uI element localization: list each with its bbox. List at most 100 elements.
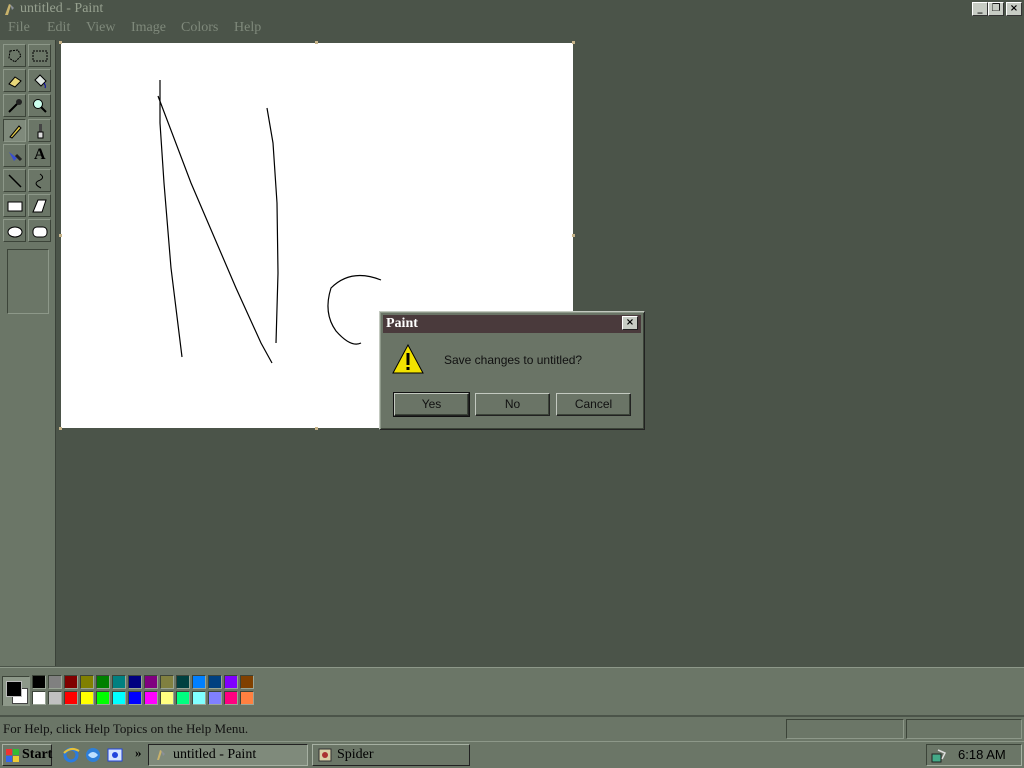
taskbar-item-spider[interactable]: Spider	[312, 744, 470, 766]
menu-help[interactable]: Help	[234, 20, 261, 36]
paint-app-icon	[157, 750, 165, 760]
dialog-title-bar[interactable]: Paint ×	[383, 315, 641, 333]
ellipse-tool[interactable]	[3, 219, 26, 242]
dialog-title: Paint	[386, 316, 418, 331]
internet-explorer-icon[interactable]	[62, 746, 80, 764]
magnifier-icon	[33, 99, 47, 113]
text-tool[interactable]: A	[28, 144, 51, 167]
palette-swatch[interactable]	[176, 675, 190, 689]
curve-tool[interactable]	[28, 169, 51, 192]
cancel-button[interactable]: Cancel	[556, 393, 631, 416]
paint-app-icon[interactable]	[2, 2, 17, 17]
airbrush-tool[interactable]	[3, 144, 26, 167]
palette-swatch[interactable]	[176, 691, 190, 705]
dialog-close-button[interactable]: ×	[622, 316, 638, 330]
palette-swatch[interactable]	[112, 691, 126, 705]
resize-handle[interactable]	[572, 234, 575, 237]
toolbox: A	[0, 40, 56, 666]
tool-options-box[interactable]	[7, 249, 49, 314]
resize-handle[interactable]	[315, 427, 318, 430]
close-button[interactable]: ×	[1006, 2, 1022, 16]
palette-swatch[interactable]	[192, 691, 206, 705]
rounded-rectangle-tool[interactable]	[28, 219, 51, 242]
palette-swatch[interactable]	[80, 691, 94, 705]
palette-swatch[interactable]	[224, 675, 238, 689]
start-label: Start	[22, 747, 53, 762]
resize-handle[interactable]	[572, 41, 575, 44]
airbrush-icon	[9, 152, 23, 162]
palette-swatch[interactable]	[48, 691, 62, 705]
polygon-tool[interactable]	[28, 194, 51, 217]
taskbar-item-paint[interactable]: untitled - Paint	[148, 744, 308, 766]
pick-color-tool[interactable]	[3, 94, 26, 117]
restore-button[interactable]: ❐	[988, 2, 1004, 16]
palette-swatch[interactable]	[64, 675, 78, 689]
quick-launch-chevron[interactable]: »	[135, 745, 142, 761]
pencil-tool[interactable]	[3, 119, 26, 142]
palette-swatch[interactable]	[240, 691, 254, 705]
palette-swatch[interactable]	[112, 675, 126, 689]
eyedropper-icon	[8, 99, 22, 113]
brush-icon	[37, 124, 44, 139]
palette-swatch[interactable]	[96, 675, 110, 689]
palette-swatch[interactable]	[32, 691, 46, 705]
rectangle-icon	[7, 201, 23, 212]
palette-swatch[interactable]	[64, 691, 78, 705]
palette-swatch[interactable]	[144, 675, 158, 689]
taskbar-item-label: Spider	[337, 747, 374, 762]
clock[interactable]: 6:18 AM	[958, 747, 1006, 762]
line-tool[interactable]	[3, 169, 26, 192]
palette-swatch[interactable]	[144, 691, 158, 705]
show-desktop-icon[interactable]	[106, 746, 124, 764]
current-colors-indicator[interactable]	[2, 676, 30, 706]
resize-handle[interactable]	[59, 234, 62, 237]
menu-view[interactable]: View	[86, 20, 115, 36]
network-tray-icon[interactable]	[931, 748, 947, 764]
palette-swatch[interactable]	[128, 675, 142, 689]
resize-handle[interactable]	[315, 41, 318, 44]
eraser-tool[interactable]	[3, 69, 26, 92]
menu-colors[interactable]: Colors	[181, 20, 218, 36]
magnifier-tool[interactable]	[28, 94, 51, 117]
palette-swatch[interactable]	[208, 691, 222, 705]
palette-swatch[interactable]	[160, 691, 174, 705]
system-tray: 6:18 AM	[926, 744, 1022, 766]
fill-tool[interactable]	[28, 69, 51, 92]
palette-swatch[interactable]	[128, 691, 142, 705]
palette-swatch[interactable]	[240, 675, 254, 689]
menu-image[interactable]: Image	[131, 20, 166, 36]
palette-swatch[interactable]	[96, 691, 110, 705]
resize-handle[interactable]	[59, 427, 62, 430]
paint-bucket-icon	[34, 74, 47, 89]
brush-tool[interactable]	[28, 119, 51, 142]
palette-swatch[interactable]	[224, 691, 238, 705]
status-panel-size	[906, 719, 1022, 739]
palette-swatch[interactable]	[48, 675, 62, 689]
free-form-select-tool[interactable]	[3, 44, 26, 67]
line-icon	[8, 174, 22, 188]
resize-handle[interactable]	[59, 41, 62, 44]
outlook-express-icon[interactable]	[84, 746, 102, 764]
dialog-message: Save changes to untitled?	[444, 353, 583, 367]
minimize-button[interactable]: _	[972, 2, 988, 16]
title-bar[interactable]: untitled - Paint _ ❐ ×	[0, 0, 1024, 19]
no-button[interactable]: No	[475, 393, 550, 416]
menu-bar: File Edit View Image Colors Help	[0, 19, 1024, 39]
rectangle-select-tool[interactable]	[28, 44, 51, 67]
palette-swatch[interactable]	[80, 675, 94, 689]
foreground-color-swatch[interactable]	[6, 681, 22, 697]
palette-swatch[interactable]	[192, 675, 206, 689]
rectangle-tool[interactable]	[3, 194, 26, 217]
curve-icon	[35, 173, 44, 189]
yes-button[interactable]: Yes	[393, 392, 470, 417]
menu-edit[interactable]: Edit	[47, 20, 70, 36]
palette-swatch[interactable]	[160, 675, 174, 689]
palette-swatch[interactable]	[32, 675, 46, 689]
menu-file[interactable]: File	[8, 20, 30, 36]
spider-solitaire-icon	[318, 748, 332, 762]
status-bar: For Help, click Help Topics on the Help …	[0, 717, 1024, 741]
start-button[interactable]: Start	[2, 744, 52, 766]
taskbar-item-label: untitled - Paint	[173, 747, 257, 762]
palette-swatch[interactable]	[208, 675, 222, 689]
text-tool-icon: A	[34, 146, 46, 163]
